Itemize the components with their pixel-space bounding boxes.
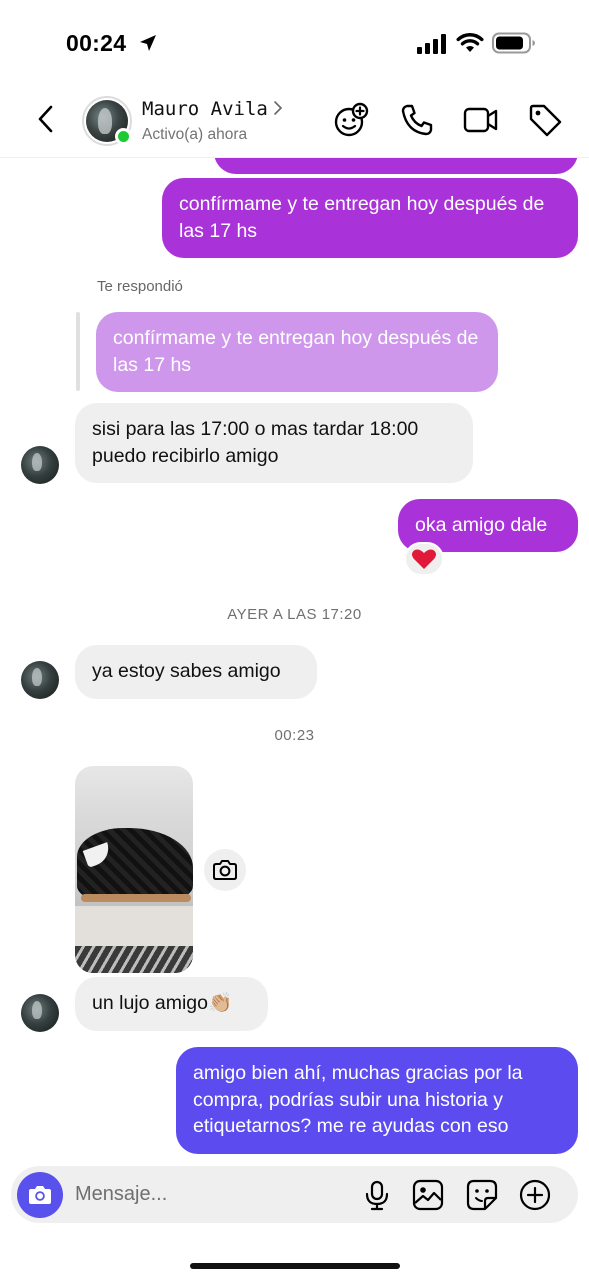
cellular-signal-icon	[417, 34, 446, 54]
contact-status: Activo(a) ahora	[142, 126, 248, 143]
microphone-icon[interactable]	[361, 1179, 393, 1211]
message-input[interactable]	[75, 1174, 345, 1214]
message-text: confírmame y te entregan hoy después de …	[179, 193, 545, 242]
photo-camera-button[interactable]	[204, 849, 246, 891]
message-outgoing[interactable]: amigo bien ahí, muchas gracias por la co…	[176, 1047, 578, 1154]
sender-avatar[interactable]	[21, 994, 59, 1032]
sender-avatar[interactable]	[21, 446, 59, 484]
plus-icon[interactable]	[519, 1179, 551, 1211]
message-text: ya estoy sabes amigo	[92, 660, 281, 682]
camera-icon	[213, 860, 237, 880]
heart-icon	[412, 549, 436, 569]
message-text: oka amigo dale	[415, 514, 548, 536]
reply-label: Te respondió	[97, 278, 183, 295]
reply-quote-bar	[76, 312, 80, 391]
status-bar: 00:24	[0, 0, 589, 88]
photo-floor	[75, 946, 193, 973]
tag-icon[interactable]	[527, 102, 563, 138]
message-incoming[interactable]: sisi para las 17:00 o mas tardar 18:00 p…	[75, 403, 473, 483]
camera-icon	[29, 1186, 51, 1204]
online-indicator	[115, 128, 132, 145]
home-indicator[interactable]	[190, 1263, 400, 1269]
reaction-badge[interactable]	[404, 542, 444, 576]
sender-avatar[interactable]	[21, 661, 59, 699]
timestamp-divider: AYER A LAS 17:20	[227, 606, 362, 623]
message-text: sisi para las 17:00 o mas tardar 18:00 p…	[92, 418, 419, 467]
message-text: un lujo amigo👏🏼	[92, 992, 233, 1014]
chat-header: Mauro Avila Activo(a) ahora	[0, 88, 589, 158]
video-icon[interactable]	[463, 102, 499, 138]
phone-icon[interactable]	[399, 102, 435, 138]
battery-icon	[492, 32, 535, 54]
back-chevron-icon[interactable]	[32, 102, 62, 136]
chevron-right-icon[interactable]	[272, 100, 284, 116]
wifi-icon	[456, 33, 484, 52]
message-incoming[interactable]: ya estoy sabes amigo	[75, 645, 317, 699]
location-arrow-icon	[140, 35, 156, 51]
timestamp-divider: 00:23	[274, 727, 315, 744]
message-thread[interactable]: confírmame y te entregan hoy después de …	[0, 158, 589, 1160]
quoted-text: confírmame y te entregan hoy después de …	[113, 327, 479, 376]
message-text: amigo bien ahí, muchas gracias por la co…	[193, 1062, 523, 1137]
photo-message[interactable]	[75, 766, 193, 973]
photo-box	[75, 906, 193, 946]
gallery-icon[interactable]	[412, 1179, 444, 1211]
sticker-icon[interactable]	[466, 1179, 498, 1211]
add-effect-icon[interactable]	[333, 102, 369, 138]
contact-name[interactable]: Mauro Avila	[142, 98, 268, 120]
status-time: 00:24	[66, 30, 127, 56]
quoted-message[interactable]: confírmame y te entregan hoy después de …	[96, 312, 498, 392]
message-composer	[11, 1166, 578, 1223]
message-incoming[interactable]: un lujo amigo👏🏼	[75, 977, 268, 1031]
message-outgoing[interactable]: confírmame y te entregan hoy después de …	[162, 178, 578, 258]
camera-button[interactable]	[17, 1172, 63, 1218]
message-outgoing[interactable]	[214, 158, 578, 174]
photo-sole	[81, 894, 191, 902]
